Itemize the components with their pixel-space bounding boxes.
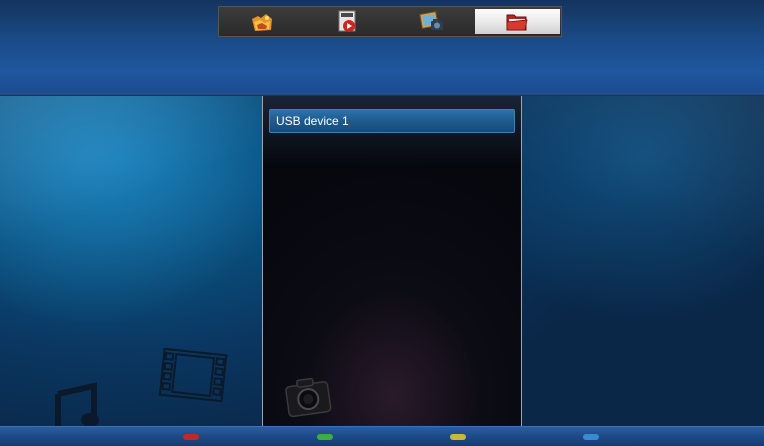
color-key-bar <box>0 426 764 446</box>
film-strip-icon <box>158 348 228 403</box>
category-tab-bar <box>218 6 562 37</box>
photo-tab-icon <box>251 13 272 31</box>
folder-tab-icon <box>506 14 528 30</box>
green-button[interactable] <box>317 434 333 440</box>
video-tab-icon <box>338 10 356 32</box>
media-browser-screen: USB device 1 <box>0 0 764 446</box>
music-note-icon <box>55 382 99 428</box>
tab-video[interactable] <box>304 7 389 36</box>
tab-photo[interactable] <box>219 7 304 36</box>
tab-picture[interactable] <box>390 7 475 36</box>
left-decor-panel <box>0 96 262 428</box>
file-list-panel: USB device 1 <box>262 96 522 426</box>
yellow-button[interactable] <box>450 434 466 440</box>
blue-button[interactable] <box>583 434 599 440</box>
tab-files[interactable] <box>474 9 560 34</box>
picture-tab-icon <box>419 10 444 30</box>
red-button[interactable] <box>183 434 199 440</box>
right-decor-panel <box>522 96 764 426</box>
list-item-usb-device[interactable]: USB device 1 <box>269 109 515 133</box>
camera-icon <box>285 377 332 418</box>
